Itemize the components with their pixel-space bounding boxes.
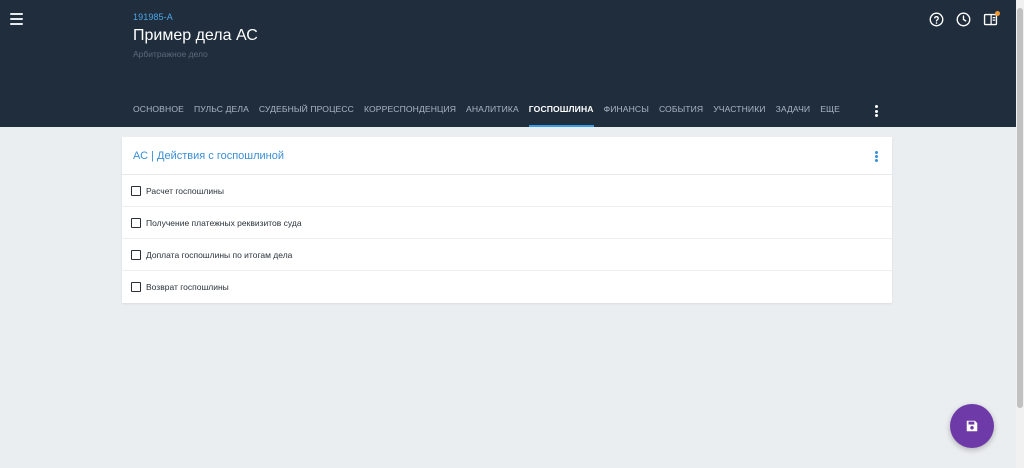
more-vert-icon[interactable]: [874, 105, 878, 117]
card-header: АС | Действия с госпошлиной: [122, 137, 892, 175]
page-scrollbar[interactable]: [1016, 0, 1024, 468]
tab-zadachi[interactable]: ЗАДАЧИ: [776, 104, 811, 127]
list-item: Возврат госпошлины: [122, 271, 892, 303]
tab-osnovnoe[interactable]: ОСНОВНОЕ: [133, 104, 184, 127]
list-item-label: Получение платежных реквизитов суда: [146, 217, 302, 228]
header-actions: [917, 11, 1000, 27]
checkbox[interactable]: [131, 282, 141, 292]
app-header: 191985-A Пример дела АС Арбитражное дело…: [0, 0, 1016, 127]
card-title: АС | Действия с госпошлиной: [133, 150, 285, 162]
save-icon: [966, 420, 978, 432]
panel-layout-icon[interactable]: [983, 11, 1000, 27]
tab-puls-dela[interactable]: ПУЛЬС ДЕЛА: [194, 104, 249, 127]
tab-sobytiya[interactable]: СОБЫТИЯ: [659, 104, 703, 127]
case-id[interactable]: 191985-A: [133, 12, 173, 22]
card-more-vert-icon[interactable]: [874, 151, 878, 162]
tab-korrespondentsiya[interactable]: КОРРЕСПОНДЕНЦИЯ: [364, 104, 456, 127]
list-item: Получение платежных реквизитов суда: [122, 207, 892, 239]
case-tabs: ОСНОВНОЕ ПУЛЬС ДЕЛА СУДЕБНЫЙ ПРОЦЕСС КОР…: [133, 104, 850, 127]
notification-dot: [995, 11, 1000, 16]
page-title: Пример дела АС: [133, 27, 258, 44]
checkbox[interactable]: [131, 249, 141, 260]
checkbox[interactable]: [131, 217, 141, 228]
tab-gosposhlina[interactable]: ГОСПОШЛИНА: [528, 104, 594, 127]
help-icon[interactable]: [929, 12, 944, 27]
tab-uchastniki[interactable]: УЧАСТНИКИ: [713, 104, 765, 127]
tab-finansy[interactable]: ФИНАНСЫ: [604, 104, 649, 127]
tab-analitika[interactable]: АНАЛИТИКА: [466, 104, 519, 127]
list-item: Расчет госпошлины: [122, 175, 892, 207]
list-item-label: Доплата госпошлины по итогам дела: [146, 249, 293, 260]
tab-sudebny-process[interactable]: СУДЕБНЫЙ ПРОЦЕСС: [259, 104, 354, 127]
list-item: Доплата госпошлины по итогам дела: [122, 239, 892, 271]
list-item-label: Расчет госпошлины: [146, 185, 224, 196]
gosposhlina-actions-card: АС | Действия с госпошлиной Расчет госпо…: [122, 137, 892, 303]
save-button[interactable]: [950, 404, 994, 448]
history-clock-icon[interactable]: [956, 12, 971, 27]
case-subtitle: Арбитражное дело: [133, 49, 208, 59]
checkbox[interactable]: [131, 185, 141, 196]
hamburger-menu-icon[interactable]: [10, 13, 23, 25]
scrollbar-thumb[interactable]: [1017, 8, 1023, 408]
list-item-label: Возврат госпошлины: [146, 282, 229, 292]
tab-eshche[interactable]: ЕЩЕ: [820, 104, 840, 127]
